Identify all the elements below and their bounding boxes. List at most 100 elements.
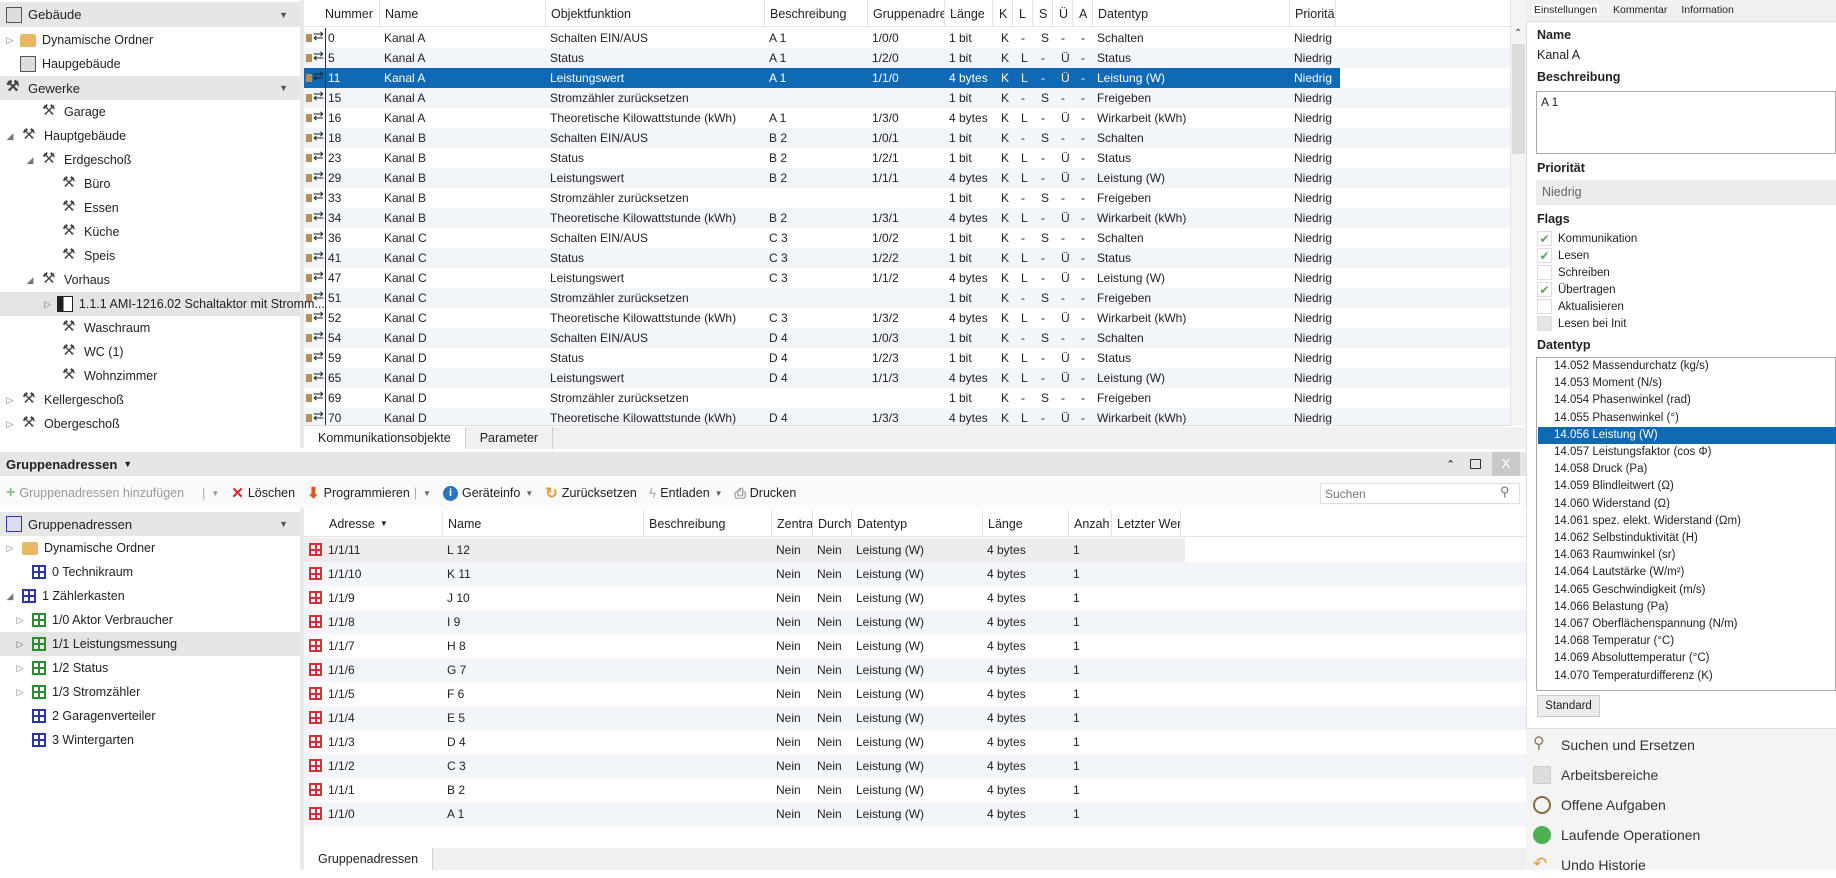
table-row[interactable]: 59Kanal DStatusD 41/2/31 bitKL-Ü-StatusN… <box>304 348 1510 368</box>
collapsed-triangle-icon[interactable]: ▷ <box>14 687 26 698</box>
collapsed-triangle-icon[interactable]: ▷ <box>4 543 16 554</box>
table-row[interactable]: 1/1/5 F 6 Nein Nein Leistung (W) 4 bytes 1 <box>304 682 1526 706</box>
flag-checkbox[interactable]: ✔ Lesen <box>1537 247 1589 264</box>
datatype-option[interactable]: 14.060 Widerstand (Ω) <box>1538 496 1836 513</box>
datatype-option[interactable]: 14.054 Phasenwinkel (rad) <box>1538 392 1836 409</box>
table-row[interactable]: 70 Kanal D Theoretische Kilowattstunde (kW… <box>304 408 1510 425</box>
table-row[interactable]: 1/1/4 E 5 Nein Nein Leistung (W) 4 bytes 1 <box>304 706 1526 730</box>
add-group-address-button[interactable]: + Gruppenadressen hinzufügen <box>6 484 184 502</box>
table-row[interactable]: 1/1/7 H 8 Nein Nein Leistung (W) 4 bytes 1 <box>304 634 1526 658</box>
tree-item[interactable]: ◢ Vorhaus <box>0 268 300 292</box>
tree-item[interactable]: ▷ Dynamische Ordner <box>0 28 300 52</box>
column-header[interactable]: Adresse ▼ <box>324 510 443 537</box>
collapsed-triangle-icon[interactable]: ▷ <box>4 419 16 430</box>
column-header[interactable]: K <box>993 0 1013 27</box>
device-info-button[interactable]: i Geräteinfo ▼ <box>442 485 533 501</box>
vertical-scrollbar[interactable]: ⌃ <box>1510 0 1526 426</box>
datatype-option[interactable]: 14.069 Absoluttemperatur (°C) <box>1538 650 1836 667</box>
tree-item[interactable]: ▷ Dynamische Ordner <box>0 536 300 560</box>
table-row[interactable]: 23Kanal BStatusB 21/2/11 bitKL-Ü-StatusN… <box>304 148 1510 168</box>
table-row[interactable]: 54Kanal DSchalten EIN/AUSD 41/0/31 bitK-… <box>304 328 1510 348</box>
datatype-option[interactable]: 14.055 Phasenwinkel (°) <box>1538 410 1836 427</box>
program-button[interactable]: ⬇ Programmieren <box>307 484 410 502</box>
tree-item[interactable]: Essen <box>0 196 300 220</box>
datatype-option[interactable]: 14.062 Selbstinduktivität (H) <box>1538 530 1836 547</box>
column-header[interactable]: Ü <box>1053 0 1073 27</box>
tree-item[interactable]: ▷ Kellergeschoß <box>0 388 300 412</box>
table-row[interactable]: 11Kanal ALeistungswertA 11/1/04 bytesKL-… <box>304 68 1510 88</box>
side-link[interactable]: ⚲ Suchen und Ersetzen <box>1533 732 1695 758</box>
column-header[interactable]: Priorität <box>1290 0 1336 27</box>
side-link[interactable]: Laufende Operationen <box>1533 822 1700 848</box>
column-header[interactable]: Zentra <box>772 510 813 537</box>
collapsed-triangle-icon[interactable]: ▷ <box>4 35 16 46</box>
search-icon[interactable]: ⚲ <box>1500 484 1510 500</box>
column-header[interactable]: A <box>1073 0 1093 27</box>
table-row[interactable]: 47Kanal CLeistungswertC 31/1/24 bytesKL-… <box>304 268 1510 288</box>
chevron-down-icon[interactable]: ▼ <box>279 519 288 529</box>
tab-parameter[interactable]: Parameter <box>466 427 554 449</box>
table-row[interactable]: 1/1/2 C 3 Nein Nein Leistung (W) 4 bytes 1 <box>304 754 1526 778</box>
column-header[interactable]: L <box>1013 0 1033 27</box>
tab-kommentar[interactable]: Kommentar <box>1613 4 1667 16</box>
tab-group-addresses[interactable]: Gruppenadressen <box>304 848 434 870</box>
table-row[interactable]: 29Kanal BLeistungswertB 21/1/14 bytesKL-… <box>304 168 1510 188</box>
datatype-option[interactable]: 14.065 Geschwindigkeit (m/s) <box>1538 582 1836 599</box>
tree-item[interactable]: Wohnzimmer <box>0 364 300 388</box>
tree-item[interactable]: ▷ Obergeschoß <box>0 412 300 436</box>
table-row[interactable]: 65Kanal DLeistungswertD 41/1/34 bytesKL-… <box>304 368 1510 388</box>
column-header[interactable]: Letzter Wert <box>1112 510 1181 537</box>
description-textarea[interactable]: A 1 <box>1536 91 1836 154</box>
table-row[interactable]: 41Kanal CStatusC 31/2/21 bitKL-Ü-StatusN… <box>304 248 1510 268</box>
tree-item[interactable]: ◢ Hauptgebäude <box>0 124 300 148</box>
reset-button[interactable]: ↻ Zurücksetzen <box>545 484 637 502</box>
checkbox-icon[interactable]: ✔ <box>1537 248 1552 263</box>
collapse-icon[interactable]: ⌃ <box>1446 458 1455 471</box>
expanded-triangle-icon[interactable]: ◢ <box>4 131 16 142</box>
collapsed-triangle-icon[interactable]: ▷ <box>14 663 26 674</box>
datatype-option[interactable]: 14.066 Belastung (Pa) <box>1538 599 1836 616</box>
print-button[interactable]: ⎙ Drucken <box>735 485 797 502</box>
datatype-option[interactable]: 14.067 Oberflächenspannung (N/m) <box>1538 616 1836 633</box>
tree-item[interactable]: ◢ 1 Zählerkasten <box>0 584 300 608</box>
tree-item[interactable]: Waschraum <box>0 316 300 340</box>
table-row[interactable]: 1/1/11 L 12 Nein Nein Leistung (W) 4 bytes 1 <box>304 538 1185 562</box>
program-dropdown-icon[interactable]: ▼ <box>423 489 431 498</box>
tree-item[interactable]: Büro <box>0 172 300 196</box>
flag-checkbox[interactable]: ✔ Kommunikation <box>1537 230 1637 247</box>
table-row[interactable]: 1/1/0 A 1 Nein Nein Leistung (W) 4 bytes 1 <box>304 802 1526 826</box>
datatype-option[interactable]: 14.059 Blindleitwert (Ω) <box>1538 478 1836 495</box>
checkbox-icon[interactable] <box>1537 265 1552 280</box>
column-header[interactable]: Länge <box>945 0 993 27</box>
tab-information[interactable]: Information <box>1681 4 1734 16</box>
tree-item[interactable]: ▷ 1/0 Aktor Verbraucher <box>0 608 300 632</box>
side-link[interactable]: Offene Aufgaben <box>1533 792 1666 818</box>
datatype-option[interactable]: 14.052 Massendurchatz (kg/s) <box>1538 358 1836 375</box>
tree-item[interactable]: 2 Garagenverteiler <box>0 704 300 728</box>
tree-item[interactable]: ◢ Erdgeschoß <box>0 148 300 172</box>
table-row[interactable]: 1/1/10 K 11 Nein Nein Leistung (W) 4 bytes 1 <box>304 562 1526 586</box>
group-addresses-panel-header[interactable]: Gruppenadressen ▼ ⌃ X <box>0 452 1526 476</box>
column-header[interactable]: Name <box>380 0 546 27</box>
checkbox-icon[interactable]: ✔ <box>1537 231 1552 246</box>
close-icon[interactable]: X <box>1492 452 1520 476</box>
column-header[interactable]: Datentyp <box>1093 0 1290 27</box>
expanded-triangle-icon[interactable]: ◢ <box>24 155 36 166</box>
side-link[interactable]: Arbeitsbereiche <box>1533 762 1658 788</box>
datatype-option[interactable]: 14.063 Raumwinkel (sr) <box>1538 547 1836 564</box>
tree-item[interactable]: Haupgebäude <box>0 52 300 76</box>
datatype-option[interactable]: 14.068 Temperatur (°C) <box>1538 633 1836 650</box>
tree-item[interactable]: 0 Technikraum <box>0 560 300 584</box>
table-row[interactable]: 1/1/9 J 10 Nein Nein Leistung (W) 4 bytes 1 <box>304 586 1526 610</box>
column-header[interactable]: Beschreibung <box>765 0 868 27</box>
datatype-option[interactable]: 14.058 Druck (Pa) <box>1538 461 1836 478</box>
name-value[interactable]: Kanal A <box>1537 48 1580 62</box>
tree-item[interactable]: Küche <box>0 220 300 244</box>
tree-item[interactable]: ▷ 1.1.1 AMI-1216.02 Schaltaktor mit Strom… <box>0 292 325 316</box>
tab-einstellungen[interactable]: Einstellungen <box>1532 4 1600 16</box>
column-header[interactable]: Länge <box>983 510 1069 537</box>
trades-panel-header[interactable]: Gewerke ▼ <box>0 76 300 100</box>
chevron-down-icon[interactable]: ▼ <box>279 83 288 93</box>
table-row[interactable]: 51Kanal CStromzähler zurücksetzen1 bitK-… <box>304 288 1510 308</box>
tree-item[interactable]: WC (1) <box>0 340 300 364</box>
